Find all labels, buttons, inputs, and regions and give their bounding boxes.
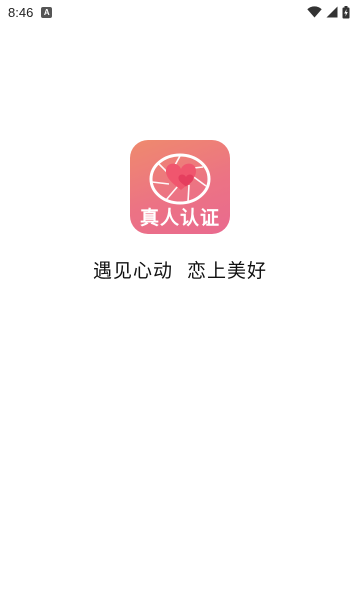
status-bar: 8:46 A: [0, 0, 360, 24]
app-notification-icon: A: [41, 6, 53, 18]
app-icon-caption: 真人认证: [139, 207, 220, 229]
cellular-signal-icon: [326, 6, 338, 18]
tagline: 遇见心动 恋上美好: [92, 260, 268, 282]
battery-charging-icon: [342, 5, 350, 18]
camera-heart-icon: [149, 153, 211, 205]
status-time: 8:46: [8, 4, 34, 20]
app-logo: 真人认证: [130, 140, 230, 234]
wifi-icon: [307, 6, 322, 18]
status-left: 8:46 A: [8, 4, 53, 20]
splash-screen: 8:46 A 真人认证 遇见心动 恋上美好: [0, 0, 360, 600]
status-right: [307, 5, 350, 19]
